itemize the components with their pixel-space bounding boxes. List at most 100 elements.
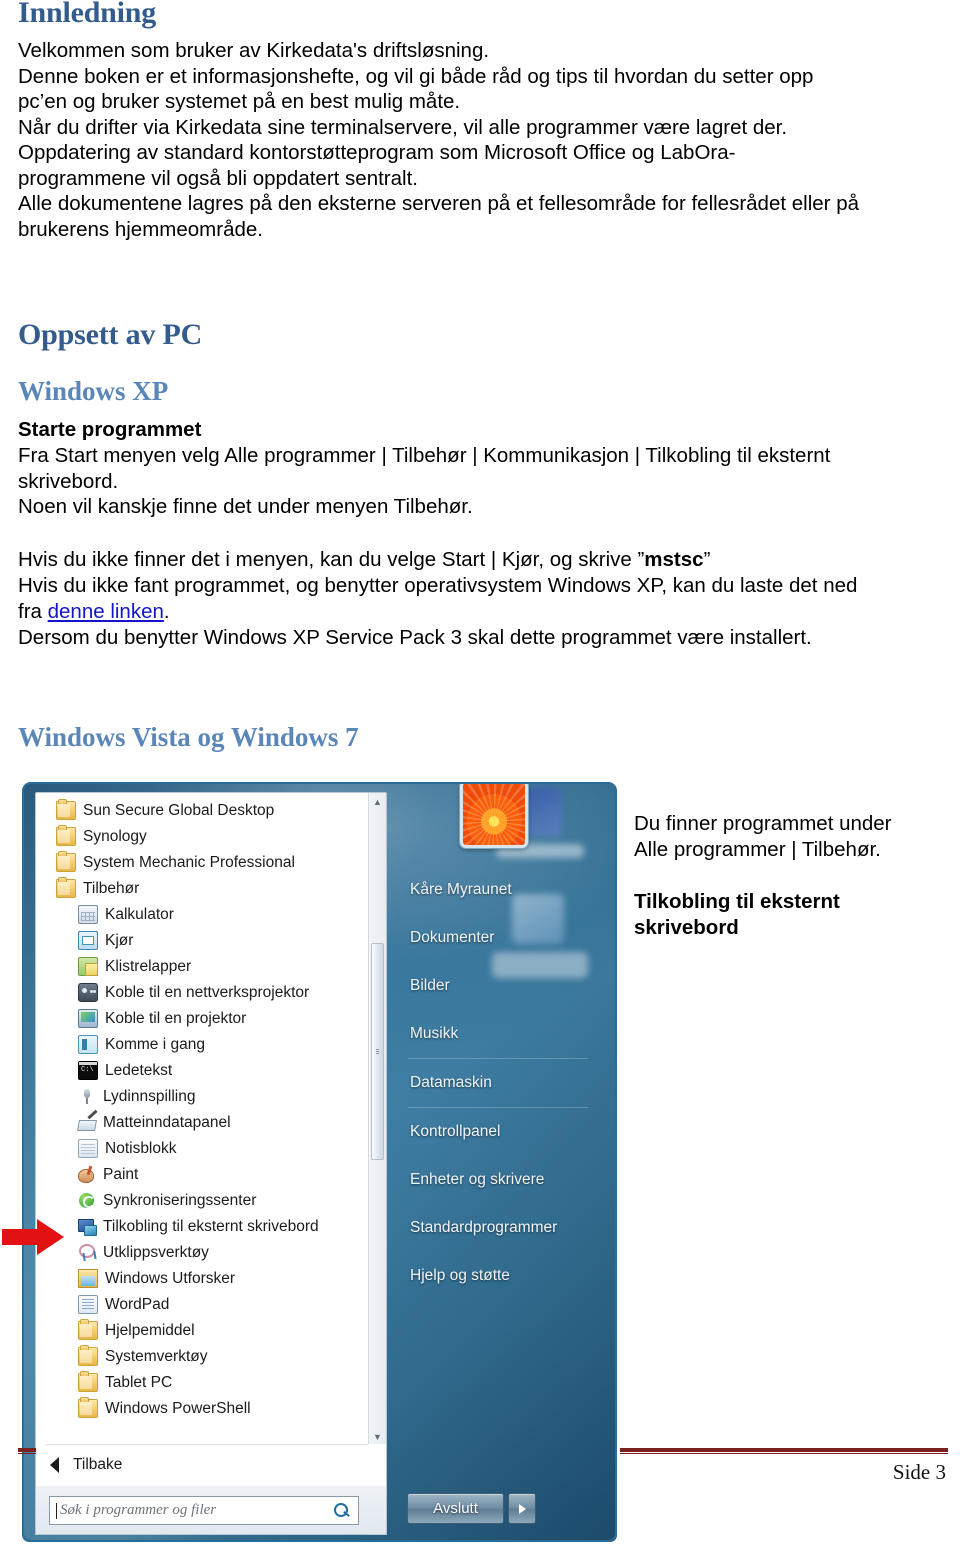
footer-rule-left-fragment <box>18 1448 36 1454</box>
search-icon <box>334 1502 350 1519</box>
folder-icon <box>56 876 76 898</box>
user-avatar[interactable] <box>460 782 528 848</box>
program-list-item-label: Paint <box>103 1165 139 1183</box>
shutdown-button[interactable]: Avslutt <box>407 1493 504 1524</box>
start-menu-right-item[interactable]: Kåre Myraunet <box>400 866 600 914</box>
program-list-item-label: System Mechanic Professional <box>83 853 295 871</box>
program-list-item[interactable]: Paint <box>36 1161 368 1187</box>
program-list-item-label: Matteinndatapanel <box>103 1113 231 1131</box>
paint-icon <box>78 1166 96 1183</box>
program-list-item-label: Koble til en nettverksprojektor <box>105 983 310 1001</box>
ghost-desktop-icon-2 <box>496 844 584 858</box>
ghost-desktop-icon-4 <box>492 952 588 978</box>
program-list-item[interactable]: Koble til en nettverksprojektor <box>36 979 368 1005</box>
program-list-item[interactable]: Windows PowerShell <box>36 1395 368 1421</box>
program-list-item-label: Koble til en projektor <box>105 1009 247 1027</box>
program-list-item[interactable]: Sun Secure Global Desktop <box>36 797 368 823</box>
start-menu-right-item[interactable]: Musikk <box>400 1010 600 1058</box>
side-note-program-name: Tilkobling til eksternt skrivebord <box>634 890 840 939</box>
start-menu-right-item[interactable]: Standardprogrammer <box>400 1204 600 1252</box>
shutdown-controls: Avslutt <box>407 1493 536 1524</box>
math-input-icon <box>78 1114 96 1131</box>
xp-download-suffix: . <box>163 599 170 623</box>
shutdown-options-arrow[interactable] <box>508 1493 536 1524</box>
start-menu-right-item[interactable]: Dokumenter <box>400 914 600 962</box>
program-list-item-label: Ledetekst <box>105 1061 173 1079</box>
programs-scrollbar[interactable]: ▲ ▼ <box>368 793 386 1445</box>
program-list-item[interactable]: Synkroniseringssenter <box>36 1187 368 1213</box>
program-list-item[interactable]: Tilkobling til eksternt skrivebord <box>36 1213 368 1239</box>
program-list-item-label: Hjelpemiddel <box>105 1321 195 1339</box>
program-list-item[interactable]: Systemverktøy <box>36 1343 368 1369</box>
page-title: Innledning <box>18 0 157 29</box>
program-list-item-label: Lydinnspilling <box>103 1087 196 1105</box>
program-list-item[interactable]: Utklippsverktøy <box>36 1239 368 1265</box>
explorer-icon <box>78 1268 98 1288</box>
start-menu-right-item[interactable]: Bilder <box>400 962 600 1010</box>
scroll-up-arrow[interactable]: ▲ <box>369 793 386 810</box>
program-list-item[interactable]: Notisblokk <box>36 1135 368 1161</box>
program-list-item[interactable]: Tablet PC <box>36 1369 368 1395</box>
program-list-item[interactable]: Kjør <box>36 927 368 953</box>
red-annotation-arrow <box>2 1219 64 1255</box>
xp-download-line: Hvis du ikke fant programmet, og benytte… <box>18 573 948 624</box>
back-row-divider <box>46 1444 368 1445</box>
program-list-item-label: Synkroniseringssenter <box>103 1191 257 1209</box>
program-list-item[interactable]: Klistrelapper <box>36 953 368 979</box>
folder-icon <box>78 1396 98 1418</box>
program-list-item[interactable]: Komme i gang <box>36 1031 368 1057</box>
run-icon <box>78 930 98 950</box>
xp-service-pack-line: Dersom du benytter Windows XP Service Pa… <box>18 626 812 649</box>
start-menu-right-item[interactable]: Enheter og skrivere <box>400 1156 600 1204</box>
program-list-item-label: Kjør <box>105 931 134 949</box>
program-list-item[interactable]: Koble til en projektor <box>36 1005 368 1031</box>
program-list-item[interactable]: Ledetekst <box>36 1057 368 1083</box>
program-list-item-label: Klistrelapper <box>105 957 192 975</box>
back-arrow-icon <box>50 1457 59 1473</box>
right-pane-divider <box>408 1058 588 1059</box>
program-list-item[interactable]: System Mechanic Professional <box>36 849 368 875</box>
folder-icon <box>78 1344 98 1366</box>
all-programs-list[interactable]: Sun Secure Global Desktop Synology System … <box>36 797 368 1421</box>
notepad-icon <box>78 1138 98 1158</box>
program-list-item[interactable]: Tilbehør <box>36 875 368 901</box>
start-menu-right-item[interactable]: Hjelp og støtte <box>400 1252 600 1300</box>
microphone-icon <box>78 1088 96 1105</box>
start-menu-screenshot: Sun Secure Global Desktop Synology System … <box>22 782 617 1542</box>
program-list-item[interactable]: Synology <box>36 823 368 849</box>
start-menu-right-item[interactable]: Kontrollpanel <box>400 1108 600 1156</box>
program-list-item-label: WordPad <box>105 1295 170 1313</box>
intro-paragraph: Velkommen som bruker av Kirkedata's drif… <box>18 39 859 241</box>
search-input[interactable]: Søk i programmer og filer <box>49 1496 359 1525</box>
program-list-item[interactable]: Windows Utforsker <box>36 1265 368 1291</box>
aero-glass-overlay <box>22 782 617 1542</box>
program-list-item[interactable]: Matteinndatapanel <box>36 1109 368 1135</box>
command-prompt-icon <box>78 1060 98 1080</box>
program-list-item[interactable]: Kalkulator <box>36 901 368 927</box>
ghost-desktop-icon-1 <box>508 788 562 836</box>
program-list-item[interactable]: WordPad <box>36 1291 368 1317</box>
folder-icon <box>56 824 76 846</box>
wordpad-icon <box>78 1294 98 1314</box>
program-list-item[interactable]: Lydinnspilling <box>36 1083 368 1109</box>
projector-icon <box>78 1008 98 1028</box>
scroll-down-arrow[interactable]: ▼ <box>369 1428 386 1445</box>
start-menu-window: Sun Secure Global Desktop Synology System … <box>22 782 617 1542</box>
heading-windows-xp: Windows XP <box>18 376 169 406</box>
sync-center-icon <box>78 1192 96 1209</box>
program-list-item[interactable]: Hjelpemiddel <box>36 1317 368 1343</box>
back-label: Tilbake <box>73 1456 123 1473</box>
denne-linken-link[interactable]: denne linken <box>48 600 164 623</box>
search-row: Søk i programmer og filer <box>35 1486 387 1535</box>
program-list-item-label: Synology <box>83 827 147 845</box>
document-page: Innledning Velkommen som bruker av Kirke… <box>0 0 960 1554</box>
xp-mstsc-suffix: ” <box>703 548 711 571</box>
scrollbar-thumb[interactable] <box>371 943 384 1160</box>
start-menu-right-item[interactable]: Datamaskin <box>400 1059 600 1107</box>
right-pane-list[interactable]: Kåre Myraunet Dokumenter Bilder Musikk Datam… <box>400 866 600 1300</box>
xp-mstsc-prefix: Hvis du ikke finner det i menyen, kan du… <box>18 548 645 571</box>
program-list-item-label: Systemverktøy <box>105 1347 208 1365</box>
back-row[interactable]: Tilbake <box>35 1444 387 1487</box>
program-list-item-label: Notisblokk <box>105 1139 177 1157</box>
footer-rule <box>620 1448 948 1454</box>
